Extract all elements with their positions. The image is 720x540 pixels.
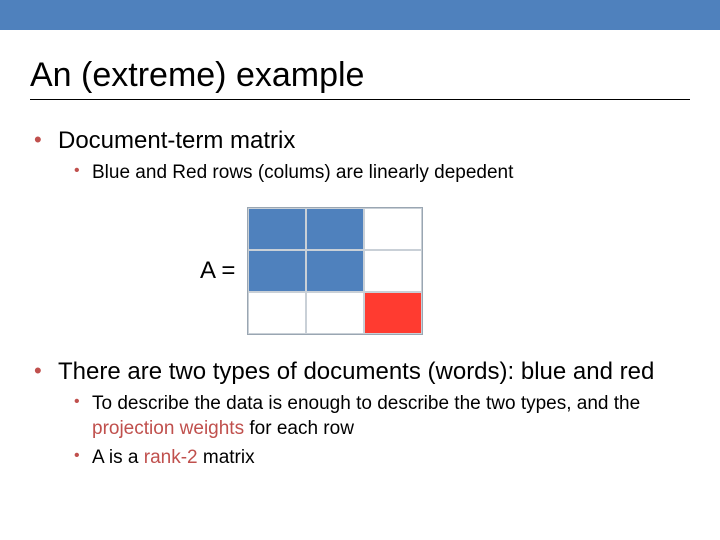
highlight-rank-2: rank-2 xyxy=(144,447,198,468)
matrix-cell xyxy=(364,292,422,334)
sub-bullet-text-pre: To describe the data is enough to descri… xyxy=(92,393,640,414)
matrix-cell xyxy=(364,208,422,250)
bullet-two-types: There are two types of documents (words)… xyxy=(34,357,690,470)
sub-bullet-text-post: matrix xyxy=(198,447,255,468)
sub-bullet-describe: To describe the data is enough to descri… xyxy=(74,392,690,441)
matrix-cell xyxy=(248,292,306,334)
slide-title: An (extreme) example xyxy=(30,56,690,95)
bullet-document-term: Document-term matrix Blue and Red rows (… xyxy=(34,126,690,185)
slide-top-bar xyxy=(0,0,720,30)
bullet-text: Document-term matrix xyxy=(58,127,295,154)
sub-bullet-list: Blue and Red rows (colums) are linearly … xyxy=(58,161,690,186)
bullet-list: Document-term matrix Blue and Red rows (… xyxy=(30,126,690,185)
matrix-grid xyxy=(247,207,423,335)
slide-content: An (extreme) example Document-term matri… xyxy=(0,30,720,470)
matrix-cell xyxy=(364,250,422,292)
bullet-list-2: There are two types of documents (words)… xyxy=(30,357,690,470)
matrix-cell xyxy=(306,208,364,250)
bullet-text: There are two types of documents (words)… xyxy=(58,358,654,385)
matrix-row: A = xyxy=(200,207,690,335)
sub-bullet-rank2: A is a rank-2 matrix xyxy=(74,446,690,471)
sub-bullet-text-pre: A is a xyxy=(92,447,144,468)
matrix-cell xyxy=(306,250,364,292)
matrix-cell xyxy=(248,208,306,250)
highlight-projection-weights: projection weights xyxy=(92,418,244,439)
matrix-label: A = xyxy=(200,257,235,285)
sub-bullet-list-2: To describe the data is enough to descri… xyxy=(58,392,690,470)
matrix-cell xyxy=(248,250,306,292)
title-underline xyxy=(30,99,690,100)
sub-bullet-text: Blue and Red rows (colums) are linearly … xyxy=(92,162,513,183)
sub-bullet-text-post: for each row xyxy=(244,418,354,439)
sub-bullet-linear-dependent: Blue and Red rows (colums) are linearly … xyxy=(74,161,690,186)
matrix-cell xyxy=(306,292,364,334)
